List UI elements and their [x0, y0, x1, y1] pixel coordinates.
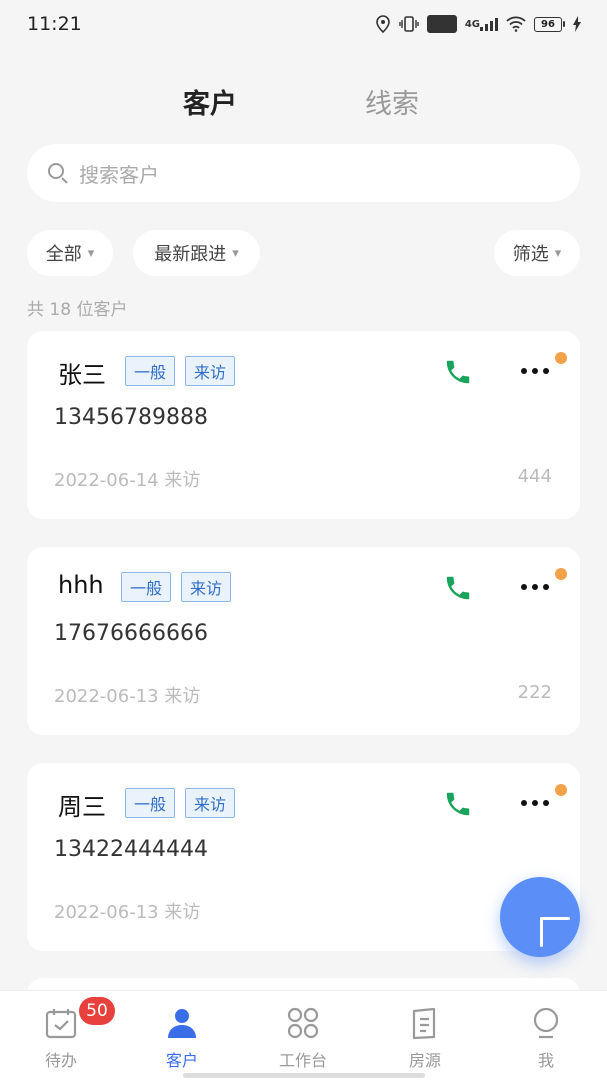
- customer-number: 444: [517, 466, 552, 487]
- battery-indicator: 96: [534, 16, 565, 32]
- signal-icon: 4G: [465, 15, 498, 33]
- filter-screen-label: 筛选: [512, 244, 549, 265]
- unread-dot: [555, 784, 567, 796]
- search-input[interactable]: 搜索客户: [27, 144, 580, 202]
- customer-number: 222: [517, 682, 552, 703]
- filter-latest-dropdown[interactable]: 最新跟进 ▾: [133, 230, 260, 276]
- search-icon: [47, 162, 69, 184]
- vibrate-icon: [399, 15, 420, 33]
- tag-level: 一般: [121, 572, 172, 602]
- tag-source: 来访: [185, 788, 236, 818]
- customer-name: 张三: [58, 361, 106, 389]
- nav-label: 我: [537, 1051, 554, 1070]
- customer-card[interactable]: 周三 一般 来访 13422444444 2022-06-13 来访: [27, 763, 580, 951]
- status-icons: HD 4G 96: [375, 15, 581, 33]
- phone-icon[interactable]: [443, 573, 473, 603]
- me-bulb-icon: [528, 1005, 564, 1041]
- filter-screen-dropdown[interactable]: 筛选 ▾: [494, 230, 580, 276]
- status-bar: 11:21 HD 4G 96: [0, 0, 607, 48]
- more-icon[interactable]: [517, 791, 553, 815]
- unread-dot: [555, 352, 567, 364]
- customer-tags: 一般 来访: [125, 356, 236, 386]
- customer-phone: 13422444444: [54, 837, 208, 862]
- add-customer-button[interactable]: [500, 877, 580, 957]
- charging-icon: [573, 15, 581, 33]
- house-doc-icon: [407, 1005, 443, 1041]
- more-icon[interactable]: [517, 359, 553, 383]
- filter-all-label: 全部: [45, 244, 82, 265]
- nav-me[interactable]: 我: [501, 1005, 591, 1071]
- nav-label: 工作台: [278, 1051, 327, 1070]
- unread-dot: [555, 568, 567, 580]
- tab-customer[interactable]: 客户: [183, 82, 237, 121]
- more-icon[interactable]: [517, 575, 553, 599]
- tab-clues[interactable]: 线索: [365, 82, 419, 121]
- customer-name: hhh: [58, 571, 104, 599]
- tag-source: 来访: [185, 356, 236, 386]
- top-tabs: 客户 线索: [0, 82, 607, 128]
- nav-workbench[interactable]: 工作台: [258, 1005, 348, 1071]
- filter-latest-label: 最新跟进: [154, 244, 227, 265]
- customer-visit-date: 2022-06-13 来访: [54, 686, 201, 707]
- customer-phone: 13456789888: [54, 405, 208, 430]
- customer-name: 周三: [58, 793, 106, 821]
- workbench-grid-icon: [285, 1005, 321, 1041]
- home-indicator: [183, 1073, 425, 1078]
- hd-indicator: HD: [427, 15, 457, 33]
- customer-count: 共 18 位客户: [27, 300, 128, 320]
- customer-visit-date: 2022-06-13 来访: [54, 902, 201, 923]
- location-icon: [375, 15, 391, 33]
- nav-label: 待办: [44, 1051, 77, 1070]
- todo-count-badge: 50: [79, 997, 115, 1025]
- status-time: 11:21: [27, 13, 82, 35]
- customer-card[interactable]: 张三 一般 来访 13456789888 2022-06-14 来访 444: [27, 331, 580, 519]
- customer-tags: 一般 来访: [125, 788, 236, 818]
- bottom-nav: 50 待办 客户 工作台 房源 我: [0, 990, 607, 1080]
- tag-level: 一般: [125, 356, 176, 386]
- wifi-icon: [506, 15, 526, 33]
- search-placeholder: 搜索客户: [79, 162, 159, 187]
- phone-icon[interactable]: [443, 789, 473, 819]
- todo-calendar-icon: [43, 1005, 79, 1041]
- customer-person-icon: [164, 1005, 200, 1041]
- customer-tags: 一般 来访: [121, 572, 232, 602]
- tag-source: 来访: [181, 572, 232, 602]
- phone-icon[interactable]: [443, 357, 473, 387]
- nav-label: 客户: [165, 1051, 198, 1070]
- battery-level: 96: [534, 16, 562, 32]
- nav-customer[interactable]: 客户: [137, 1005, 227, 1071]
- filter-all-dropdown[interactable]: 全部 ▾: [27, 230, 113, 276]
- customer-visit-date: 2022-06-14 来访: [54, 470, 201, 491]
- customer-phone: 17676666666: [54, 621, 208, 646]
- network-type: 4G: [464, 18, 480, 30]
- nav-house[interactable]: 房源: [380, 1005, 470, 1071]
- caret-down-icon: ▾: [554, 245, 562, 261]
- caret-down-icon: ▾: [87, 245, 95, 261]
- tag-level: 一般: [125, 788, 176, 818]
- nav-label: 房源: [408, 1051, 441, 1070]
- caret-down-icon: ▾: [232, 245, 239, 261]
- customer-card[interactable]: hhh 一般 来访 17676666666 2022-06-13 来访 222: [27, 547, 580, 735]
- nav-todo[interactable]: 50 待办: [16, 997, 115, 1071]
